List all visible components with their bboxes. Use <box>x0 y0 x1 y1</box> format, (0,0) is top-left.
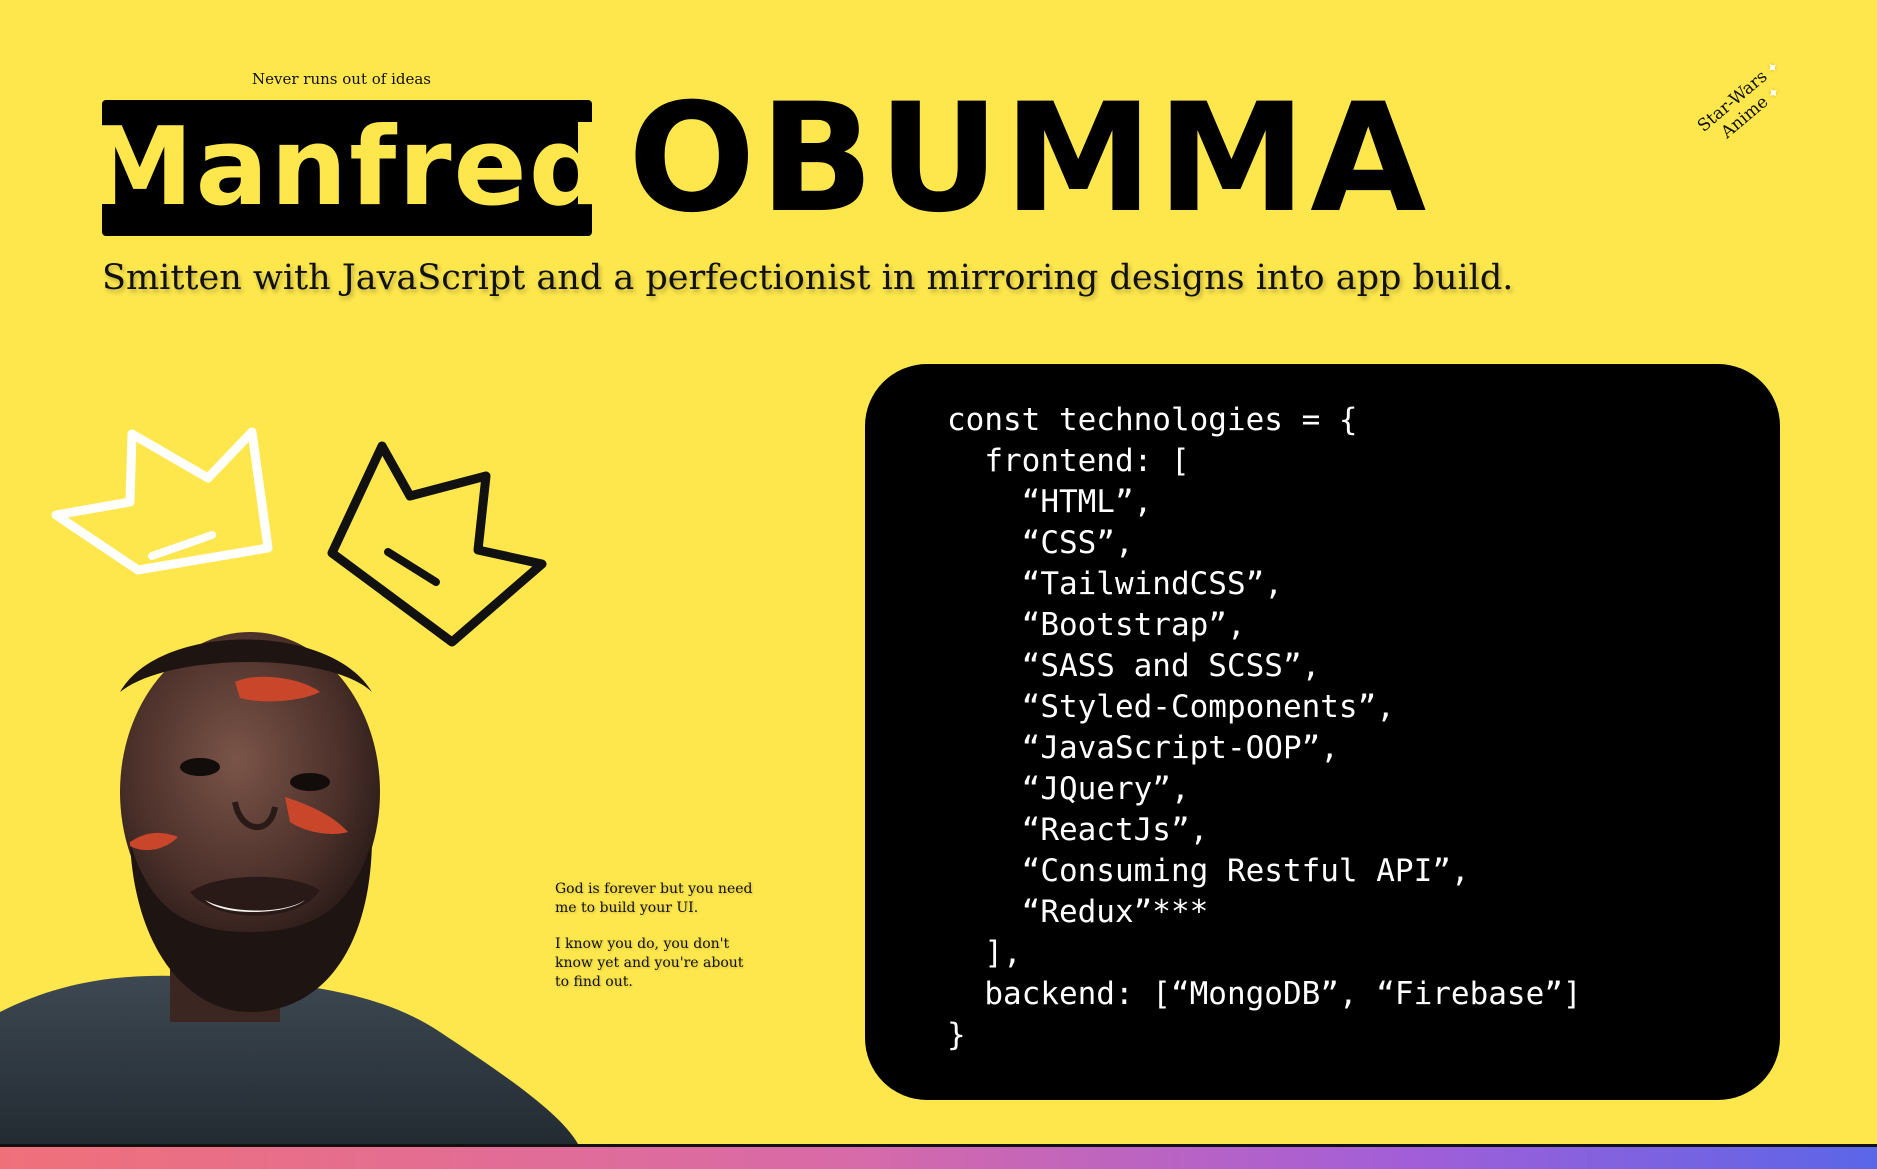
code-line: “SASS and SCSS”, <box>947 648 1321 684</box>
crown-outline-black-icon <box>327 441 547 647</box>
crown-outline-white-icon <box>51 427 273 575</box>
code-line: “JQuery”, <box>947 771 1190 807</box>
last-name: OBUMMA <box>628 72 1431 246</box>
bottom-gradient-bar <box>0 1144 1877 1169</box>
code-line: “Styled-Components”, <box>947 689 1395 725</box>
hobbies-label: Star-Wars✦ Anime✦ <box>1694 31 1877 213</box>
code-line: “JavaScript-OOP”, <box>947 730 1339 766</box>
tagline: Never runs out of ideas <box>252 70 432 88</box>
crowns-doodle <box>51 427 547 647</box>
quote-paragraph-1: God is forever but you need me to build … <box>555 881 753 916</box>
code-line: “TailwindCSS”, <box>947 566 1283 602</box>
first-name-badge: Manfred <box>86 100 606 236</box>
code-line: ], <box>947 935 1022 971</box>
code-line: “Redux”*** <box>947 894 1209 930</box>
code-line: } <box>947 1017 966 1053</box>
code-line: const technologies = { <box>947 402 1358 438</box>
quote-text: God is forever but you need me to build … <box>555 880 755 1008</box>
code-line: “Consuming Restful API”, <box>947 853 1470 889</box>
code-line: “ReactJs”, <box>947 812 1209 848</box>
profile-photo <box>0 632 578 1144</box>
code-line: “Bootstrap”, <box>947 607 1246 643</box>
technologies-code-block: const technologies = { frontend: [ “HTML… <box>865 364 1780 1100</box>
code-line: frontend: [ <box>947 443 1190 479</box>
code-line: backend: [“MongoDB”, “Firebase”] <box>947 976 1582 1012</box>
subtitle: Smitten with JavaScript and a perfection… <box>102 258 1514 298</box>
code-line: “HTML”, <box>947 484 1153 520</box>
first-name: Manfred <box>85 105 609 230</box>
code-line: “CSS”, <box>947 525 1134 561</box>
quote-paragraph-2: I know you do, you don't know yet and yo… <box>555 935 744 990</box>
